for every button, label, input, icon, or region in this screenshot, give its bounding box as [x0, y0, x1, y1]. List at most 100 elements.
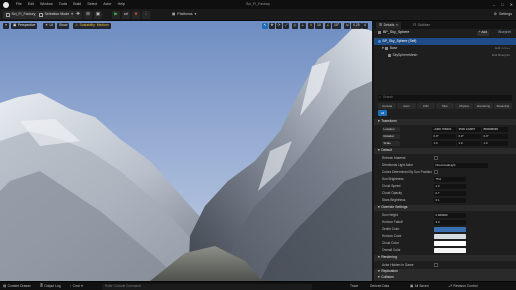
stop-button[interactable]: ■ [132, 10, 140, 19]
tree-item-skyspheremesh[interactable]: SkySphereMesh Edit Blueprint [374, 52, 516, 59]
perspective-dropdown[interactable]: ▣ Perspective [11, 23, 38, 29]
horizon-color-swatch[interactable] [434, 233, 466, 239]
tree-item-label: SkySphereMesh [374, 53, 417, 57]
revision-control-icon: ⎇ [448, 283, 452, 288]
cloud-opacity-field[interactable]: 0.7 [434, 190, 466, 196]
platforms-icon: ▦ [172, 12, 176, 17]
cursor-icon [39, 13, 43, 17]
hamburger-menu-icon[interactable]: ≡ [3, 23, 9, 29]
show-dropdown[interactable]: Show [57, 23, 70, 29]
cmd-dropdown[interactable]: › Cmd ▾ [70, 284, 83, 288]
console-command-input[interactable]: Enter Console Command [102, 283, 312, 290]
filter-tabs: General Actor LOD Misc Physics Rendering… [378, 103, 512, 109]
rotation-snap-icon[interactable]: ∠ [325, 23, 331, 29]
close-button[interactable]: ✕ [510, 2, 513, 7]
blueprint-button[interactable]: Blueprint [497, 31, 512, 36]
edit-link[interactable]: Edit Blueprint [492, 54, 510, 57]
refresh-material-checkbox[interactable] [434, 156, 438, 161]
scale-y-field[interactable]: 1.0 [457, 140, 481, 146]
platforms-dropdown[interactable]: ▦ Platforms ▾ [172, 12, 196, 19]
directional-light-row: Directional Light Actor DirectionalLight [374, 162, 516, 169]
filter-tab-physics[interactable]: Physics [455, 103, 474, 109]
selection-mode-dropdown[interactable]: Selection Mode ▾ [36, 11, 77, 19]
rotation-dropdown[interactable]: Rotation [382, 133, 400, 139]
outliner-icon: ☷ [413, 22, 417, 27]
scale-z-field[interactable]: 1.0 [482, 140, 508, 146]
stars-brightness-field[interactable]: 0.1 [434, 197, 466, 203]
grid-snap-icon[interactable]: # [308, 23, 314, 29]
rotate-tool-icon[interactable]: ⟳ [276, 23, 282, 29]
cloud-speed-field[interactable]: 1.0 [434, 183, 466, 189]
actor-hidden-checkbox[interactable] [434, 263, 438, 268]
section-rendering[interactable]: ▾ Rendering [374, 255, 516, 261]
output-log-button[interactable]: ≣ Output Log [40, 284, 61, 288]
filter-tab-misc[interactable]: Misc [435, 103, 455, 109]
level-viewport[interactable]: ≡ ▣ Perspective ☀ Lit Show ⚠ Scalability… [0, 21, 372, 281]
select-tool-icon[interactable]: ↖ [262, 23, 268, 29]
maximize-button[interactable]: □ [501, 2, 503, 7]
scalability-label: Scalability: Medium [79, 23, 109, 28]
sun-height-field[interactable]: 0.669926 [434, 212, 466, 218]
filter-tab-all[interactable]: All [378, 110, 387, 116]
sun-position-checkbox[interactable] [434, 170, 438, 175]
details-search-input[interactable]: ⌕ Search [378, 95, 512, 101]
scalability-warning[interactable]: ⚠ Scalability: Medium [73, 23, 111, 29]
scale-tool-icon[interactable]: ⤢ [283, 23, 289, 29]
scale-snap-value[interactable]: 0.25 [351, 23, 362, 29]
scale-x-field[interactable]: 1.0 [432, 140, 456, 146]
section-default[interactable]: ▾ Default [374, 148, 516, 154]
zenith-color-swatch[interactable] [434, 226, 466, 232]
location-x-field[interactable]: -2306.766602 [432, 126, 456, 132]
overall-color-swatch[interactable] [434, 247, 466, 253]
filter-tab-general[interactable]: General [378, 103, 397, 109]
settings-button[interactable]: ⚙ Settings [494, 12, 512, 19]
step-icon[interactable]: ⏭ [122, 10, 130, 19]
play-button[interactable]: ▶ [112, 10, 120, 19]
camera-speed-value[interactable]: 4 [362, 23, 368, 29]
sun-brightness-field[interactable]: 75.0 [434, 176, 466, 182]
tab-outliner[interactable]: ☷ Outliner [410, 22, 433, 29]
viewport-toolbar: ≡ ▣ Perspective ☀ Lit Show ⚠ Scalability… [0, 21, 372, 31]
tree-item-self[interactable]: BP_Sky_Sphere (Self) [374, 38, 516, 45]
directional-light-picker[interactable]: DirectionalLight [434, 162, 488, 168]
location-z-field[interactable]: 880008096 [482, 126, 508, 132]
filter-tab-rendering[interactable]: Rendering [474, 103, 493, 109]
filter-tab-lod[interactable]: LOD [416, 103, 435, 109]
scale-snap-icon[interactable]: ⇲ [344, 23, 350, 29]
expand-arrow-icon[interactable]: ▾ [382, 46, 384, 50]
tree-item-base[interactable]: ▾ Base Edit in C++ [374, 45, 516, 52]
add-component-button[interactable]: + Add [476, 30, 489, 36]
add-content-button[interactable]: ✚ [74, 10, 82, 19]
rotation-snap-value[interactable]: 10° [332, 23, 342, 29]
content-drawer-button[interactable]: ▤ Content Drawer [3, 284, 31, 288]
edit-link[interactable]: Edit in C++ [495, 47, 510, 50]
location-y-field[interactable]: 3506.132957 [457, 126, 481, 132]
filter-tab-streaming[interactable]: Streaming [493, 103, 512, 109]
tab-details[interactable]: ☰ Details × [376, 22, 401, 29]
translate-tool-icon[interactable]: ✥ [269, 23, 275, 29]
derived-data-button[interactable]: Derived Data [370, 284, 389, 288]
horizon-falloff-field[interactable]: 3.0 [434, 219, 466, 225]
scale-dropdown[interactable]: Scale [382, 140, 400, 146]
minimize-button[interactable]: – [493, 2, 495, 7]
location-dropdown[interactable]: Location [382, 126, 400, 132]
cloud-color-swatch[interactable] [434, 240, 466, 246]
view-mode-dropdown[interactable]: ☀ Lit [43, 23, 56, 29]
filter-tab-actor[interactable]: Actor [397, 103, 416, 109]
rotation-x-field[interactable]: 0.0° [432, 133, 456, 139]
world-space-icon[interactable]: ◎ [292, 23, 298, 29]
grid-snap-value[interactable]: 10 [315, 23, 323, 29]
blueprint-icon[interactable]: ⊞ [84, 10, 92, 19]
section-override-settings[interactable]: ▾ Override Settings [374, 205, 516, 211]
surface-snap-icon[interactable]: ⊥ [300, 23, 306, 29]
revision-control-button[interactable]: ⎇ Revision Control [448, 283, 478, 288]
rotation-y-field[interactable]: 0.0° [457, 133, 481, 139]
cinematics-icon[interactable]: ▣ [94, 10, 102, 19]
section-transform[interactable]: ▾ Transform [374, 119, 516, 125]
trace-button[interactable]: Trace [350, 284, 358, 288]
collapse-arrow-icon: ▾ [378, 275, 380, 280]
all-saved-button[interactable]: ▣ All Saved [410, 284, 429, 288]
close-tab-icon[interactable]: × [396, 23, 398, 28]
more-options-icon[interactable]: ⋮ [142, 10, 150, 19]
rotation-z-field[interactable]: 0.0° [482, 133, 508, 139]
